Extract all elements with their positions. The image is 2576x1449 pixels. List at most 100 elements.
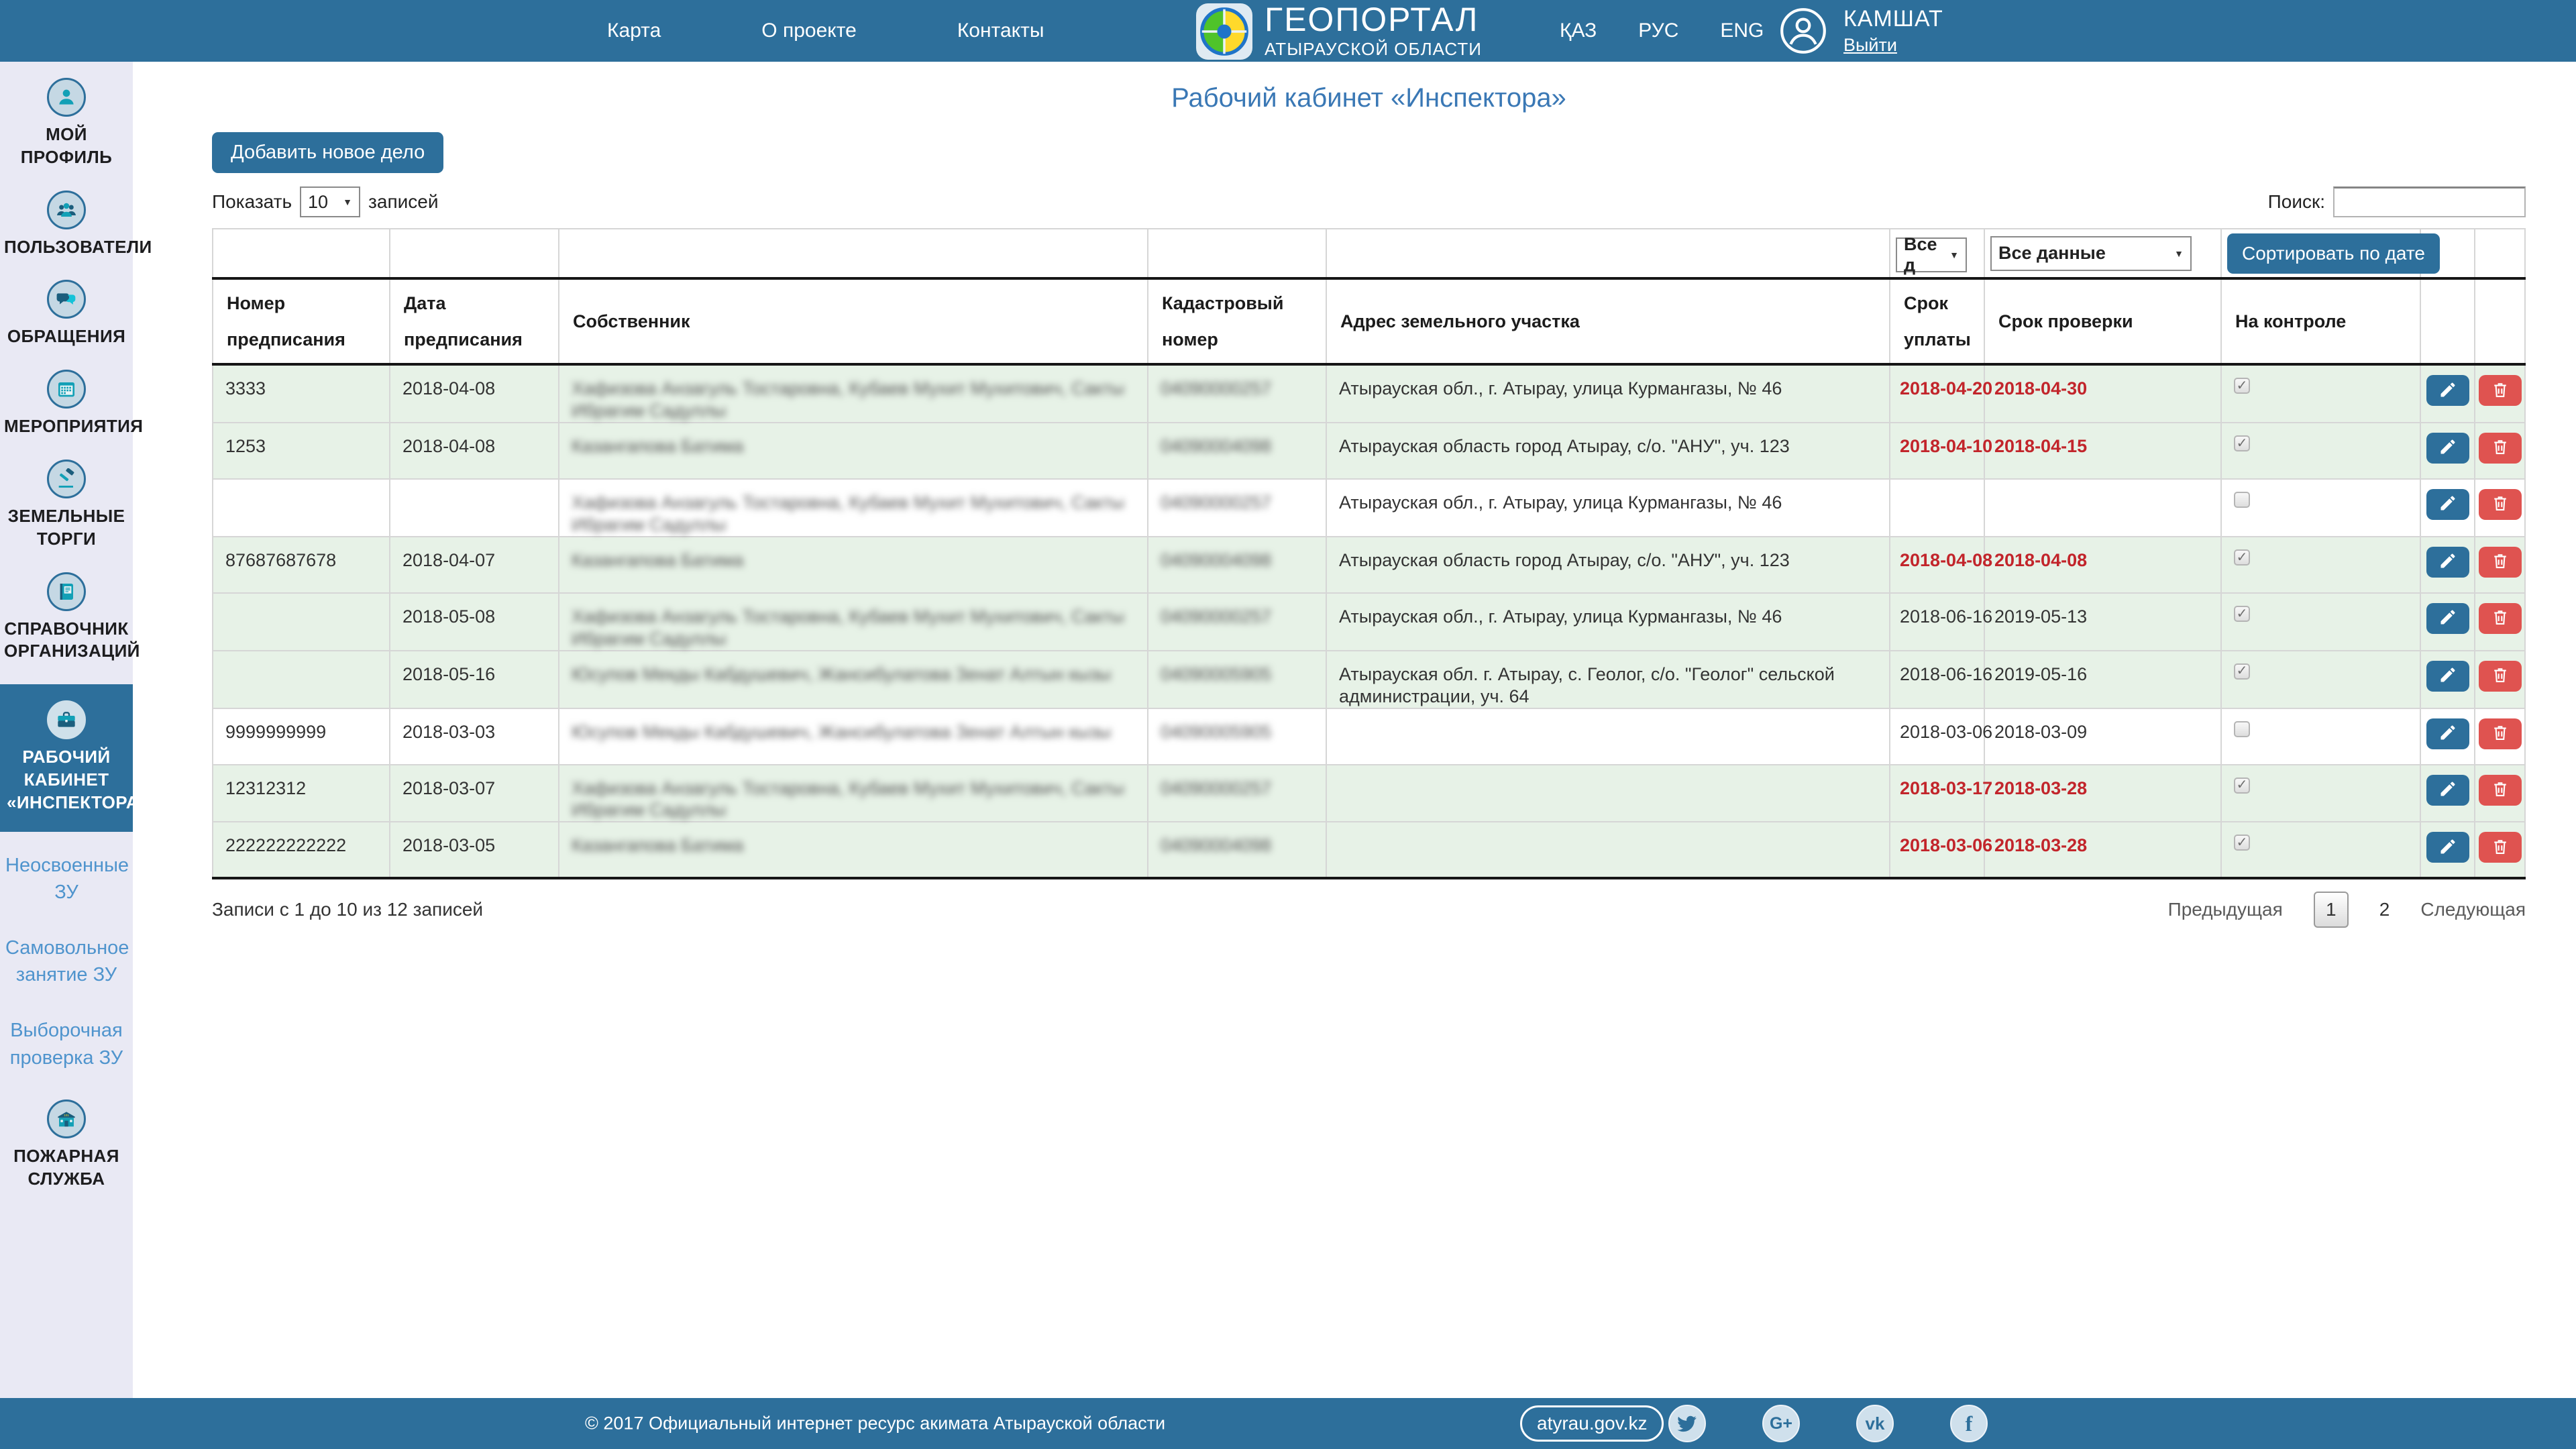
cell-address: Атырауская обл., г. Атырау, улица Курман… [1326,364,1890,423]
pagination-page-1[interactable]: 1 [2314,892,2349,928]
edit-button[interactable] [2426,718,2469,749]
edit-button[interactable] [2426,489,2469,520]
column-header-7[interactable]: Срок проверки [1984,278,2221,364]
delete-button[interactable] [2479,775,2522,806]
pencil-icon [2438,551,2457,572]
records-label: записей [368,191,438,213]
sidebar-item-1[interactable]: МОЙ ПРОФИЛЬ [0,78,133,169]
site-badge[interactable]: atyrau.gov.kz [1520,1405,1664,1442]
edit-button[interactable] [2426,603,2469,634]
pagination-page-2[interactable]: 2 [2379,899,2390,920]
page-length-select[interactable]: 10 ▼ [300,186,360,217]
cell-check-due: 2019-05-13 [1984,593,2221,651]
column-header-5[interactable]: Адрес земельного участка [1326,278,1890,364]
cell-delete [2475,708,2525,765]
delete-button[interactable] [2479,603,2522,634]
cell-date: 2018-04-08 [390,423,559,479]
on-control-checkbox[interactable]: ✓ [2234,835,2250,851]
delete-button[interactable] [2479,718,2522,749]
column-header-2[interactable]: Дата предписания [390,278,559,364]
column-header-1[interactable]: Номер предписания [213,278,390,364]
nav-link-3[interactable]: Контакты [957,19,1044,42]
table-header-row: Номер предписанияДата предписанияСобстве… [213,278,2525,364]
cell-cadastral: 04090004098 [1148,423,1326,479]
cell-cadastral: 04090005905 [1148,708,1326,765]
nav-link-2[interactable]: О проекте [761,19,857,42]
on-control-checkbox[interactable]: ✓ [2234,378,2250,394]
sidebar-item-4[interactable]: МЕРОПРИЯТИЯ [0,370,133,438]
column-header-3[interactable]: Собственник [559,278,1148,364]
cell-cadastral-blurred-text: 04090004098 [1161,835,1271,855]
geoportal-logo-icon [1196,3,1252,60]
sidebar-link-8[interactable]: Неосвоенные ЗУ [0,852,133,906]
payment-filter-select[interactable]: Все д▼ [1896,237,1967,272]
cell-delete [2475,364,2525,423]
column-header-8[interactable]: На контроле [2221,278,2420,364]
user-name: КАМШАТ [1843,6,1943,32]
table-row: 2018-05-08Хафизова Анзагуль Тостаровна, … [213,593,2525,651]
edit-button[interactable] [2426,775,2469,806]
sidebar-item-2[interactable]: ПОЛЬЗОВАТЕЛИ [0,191,133,259]
sidebar-item-label: СПРАВОЧНИК ОРГАНИЗАЦИЙ [0,618,133,663]
delete-button[interactable] [2479,547,2522,578]
cell-cadastral: 04090004098 [1148,822,1326,878]
delete-button[interactable] [2479,832,2522,863]
filter-row: Все д▼ Все данные▼ Сортировать по дате [213,229,2525,278]
pagination-next[interactable]: Следующая [2420,899,2526,920]
delete-button[interactable] [2479,661,2522,692]
facebook-icon[interactable]: f [1950,1405,1988,1442]
edit-button[interactable] [2426,433,2469,464]
sidebar-item-5[interactable]: ЗЕМЕЛЬНЫЕ ТОРГИ [0,460,133,551]
cell-date: 2018-03-05 [390,822,559,878]
google-plus-icon[interactable]: G+ [1762,1405,1800,1442]
on-control-checkbox[interactable]: ✓ [2234,663,2250,680]
sidebar-link-10[interactable]: Выборочная проверка ЗУ [0,1017,133,1071]
delete-button[interactable] [2479,489,2522,520]
filter-cell-2 [559,229,1148,278]
on-control-checkbox[interactable]: ✓ [2234,777,2250,794]
on-control-checkbox[interactable]: ✓ [2234,606,2250,622]
lang-қаз[interactable]: ҚАЗ [1560,19,1597,42]
cell-pay-due [1890,479,1984,537]
edit-button[interactable] [2426,832,2469,863]
twitter-icon[interactable] [1668,1405,1706,1442]
on-control-checkbox[interactable] [2234,492,2250,508]
language-switcher: ҚАЗ РУС ENG [1560,0,1764,62]
cell-number: 9999999999 [213,708,390,765]
edit-button[interactable] [2426,547,2469,578]
data-filter-select[interactable]: Все данные▼ [1990,236,2192,271]
trash-icon [2491,494,2510,515]
pencil-icon [2438,380,2457,401]
column-header-4[interactable]: Кадастровый номер [1148,278,1326,364]
cell-address: Атырауская обл., г. Атырау, улица Курман… [1326,593,1890,651]
sidebar-item-6[interactable]: СПРАВОЧНИК ОРГАНИЗАЦИЙ [0,572,133,663]
pagination-previous[interactable]: Предыдущая [2168,899,2283,920]
sidebar-link-9[interactable]: Самовольное занятие ЗУ [0,934,133,989]
add-case-button[interactable]: Добавить новое дело [212,132,443,173]
sidebar-item-7[interactable]: РАБОЧИЙ КАБИНЕТ «ИНСПЕКТОРА» [0,684,133,831]
vk-icon[interactable]: vk [1856,1405,1894,1442]
edit-button[interactable] [2426,661,2469,692]
cell-owner-blurred-text: Хафизова Анзагуль Тостаровна, Кубаев Мух… [572,378,1124,421]
column-header-6[interactable]: Срок уплаты [1890,278,1984,364]
delete-button[interactable] [2479,375,2522,406]
cell-pay-due: 2018-04-20 [1890,364,1984,423]
sidebar-item-11[interactable]: 101ПОЖАРНАЯ СЛУЖБА [0,1099,133,1191]
on-control-checkbox[interactable] [2234,721,2250,737]
on-control-checkbox[interactable]: ✓ [2234,435,2250,451]
search-label: Поиск: [2268,191,2325,213]
sidebar-item-3[interactable]: ОБРАЩЕНИЯ [0,280,133,348]
search-input[interactable] [2333,186,2526,217]
on-control-checkbox[interactable]: ✓ [2234,549,2250,566]
sort-by-date-button[interactable]: Сортировать по дате [2227,233,2440,274]
trash-icon [2491,780,2510,800]
nav-link-1[interactable]: Карта [607,19,661,42]
edit-button[interactable] [2426,375,2469,406]
delete-button[interactable] [2479,433,2522,464]
cell-check-due: 2018-03-09 [1984,708,2221,765]
sidebar-item-label: МОЙ ПРОФИЛЬ [0,123,133,169]
table-footer: Записи с 1 до 10 из 12 записей Предыдуща… [212,892,2526,928]
lang-eng[interactable]: ENG [1720,19,1764,42]
logout-link[interactable]: Выйти [1843,35,1897,56]
lang-рус[interactable]: РУС [1638,19,1678,42]
